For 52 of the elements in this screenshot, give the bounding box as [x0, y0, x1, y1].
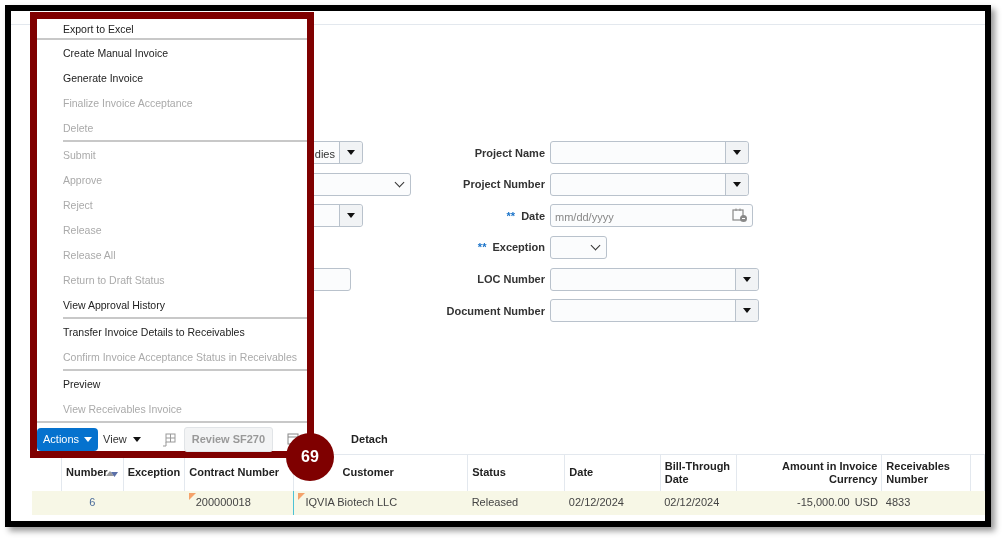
view-button[interactable]: View [100, 431, 144, 448]
field-label: Document Number [446, 304, 545, 317]
date-field[interactable]: mm/dd/yyyy [550, 204, 753, 228]
menu-item[interactable]: Generate Invoice [37, 65, 307, 90]
required-mark: ** [506, 209, 516, 222]
freeze-columns-icon[interactable] [161, 432, 176, 447]
table-cell: -15,000.00 [797, 496, 850, 509]
flag-icon [298, 493, 306, 501]
column-header[interactable]: Receivables Number [886, 460, 967, 486]
column-header[interactable]: Exception [127, 466, 181, 480]
table-cell: USD [854, 496, 878, 509]
table-cell: 4833 [885, 496, 911, 509]
field-label: Exception [492, 241, 545, 254]
field-label: LOC Number [477, 272, 545, 285]
combo-field[interactable] [550, 172, 749, 196]
field-label: Date [521, 209, 545, 222]
caret-icon [132, 437, 141, 442]
menu-item[interactable]: Preview [37, 371, 307, 396]
column-header[interactable]: Number [66, 466, 108, 479]
dropdown-icon [743, 276, 751, 282]
menu-item[interactable]: Create Manual Invoice [37, 40, 307, 65]
table-cell: 200000018 [195, 496, 251, 509]
detach-label[interactable]: Detach [351, 431, 388, 448]
dropdown-icon [733, 181, 741, 187]
menu-item[interactable]: View Approval History [37, 292, 307, 317]
required-mark: ** [477, 241, 487, 254]
dropdown-icon [733, 150, 741, 156]
calendar-icon[interactable] [732, 208, 748, 224]
table-cell: 02/12/2024 [664, 496, 720, 509]
dropdown-icon [347, 213, 355, 219]
column-header[interactable]: Customer [342, 466, 464, 480]
menu-item[interactable]: Export to Excel [37, 19, 307, 38]
table-cell: Released [471, 496, 519, 509]
table-cell: IQVIA Biotech LLC [305, 496, 398, 509]
select-field[interactable] [550, 236, 607, 260]
flag-icon [188, 493, 196, 501]
combo-field[interactable] [550, 267, 759, 291]
column-header[interactable]: Status [472, 466, 561, 480]
dropdown-icon [347, 150, 355, 156]
column-header[interactable]: Bill-Through Date [664, 460, 733, 486]
field-label: Project Number [463, 178, 545, 191]
combo-field[interactable] [550, 141, 749, 165]
table-cell: 02/12/2024 [568, 496, 624, 509]
column-header[interactable]: Date [569, 466, 656, 480]
actions-button[interactable]: Actions [37, 428, 99, 451]
caret-icon [84, 437, 93, 442]
dropdown-icon [743, 308, 751, 314]
field-label: Project Name [474, 146, 545, 159]
column-header[interactable]: Amount in Invoice Currency [741, 460, 878, 486]
combo-field[interactable] [550, 299, 759, 323]
table-cell: 6 [89, 496, 96, 509]
menu-item[interactable]: Transfer Invoice Details to Receivables [37, 319, 307, 344]
